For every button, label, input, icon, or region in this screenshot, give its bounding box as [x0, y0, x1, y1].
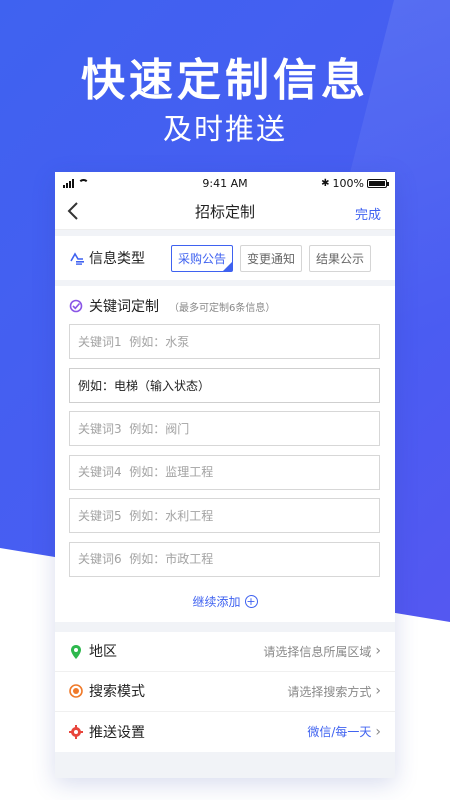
wifi-icon [78, 179, 89, 187]
keyword-section: 关键词定制 （最多可定制6条信息） 继续添加 + [55, 286, 395, 622]
region-label: 地区 [89, 644, 117, 660]
option-result-notice[interactable]: 结果公示 [309, 244, 372, 272]
info-type-icon [69, 251, 84, 265]
chevron-right-icon: › [375, 723, 381, 740]
push-settings-row[interactable]: 推送设置 微信/每一天 › [55, 712, 395, 752]
region-value: 请选择信息所属区域 [263, 644, 372, 659]
plus-circle-icon: + [244, 594, 258, 608]
keyword-input-6[interactable] [69, 541, 380, 577]
bluetooth-icon: ✱ [321, 177, 330, 189]
option-change-notice[interactable]: 变更通知 [240, 244, 303, 272]
keyword-icon [69, 299, 83, 313]
chevron-right-icon: › [375, 683, 381, 699]
hero-subtitle: 及时推送 [162, 112, 287, 146]
push-settings-value: 微信/每一天 [307, 725, 372, 739]
target-icon [69, 684, 83, 698]
keyword-input-5[interactable] [69, 498, 380, 533]
battery-icon [367, 178, 389, 188]
option-purchase-notice[interactable]: 采购公告 [171, 244, 234, 272]
battery-percent: 100% [332, 176, 364, 190]
phone-mockup: 9:41 AM ✱ 100% 招标定制 完成 信息类型 采购公告 变更通知 结果… [55, 172, 395, 778]
search-mode-label: 搜索模式 [89, 684, 145, 700]
keyword-input-2[interactable] [69, 367, 380, 403]
status-time: 9:41 AM [202, 176, 248, 190]
nav-bar: 招标定制 完成 [55, 194, 395, 230]
keyword-input-3[interactable] [69, 411, 380, 446]
status-bar: 9:41 AM ✱ 100% [55, 172, 395, 194]
page-title: 招标定制 [194, 203, 255, 221]
add-more-label: 继续添加 [192, 594, 241, 609]
gear-icon [69, 724, 83, 739]
add-more-button[interactable]: 继续添加 + [69, 593, 381, 610]
keyword-input-1[interactable] [69, 324, 380, 359]
keyword-label: 关键词定制 [89, 299, 159, 315]
chevron-right-icon: › [375, 643, 381, 659]
keyword-input-4[interactable] [69, 454, 380, 490]
hero-title: 快速定制信息 [81, 55, 369, 106]
chevron-left-icon[interactable] [67, 202, 87, 225]
done-button[interactable]: 完成 [355, 204, 381, 223]
signal-icon [63, 178, 74, 188]
region-row[interactable]: 地区 请选择信息所属区域 › [55, 632, 395, 672]
info-type-label: 信息类型 [89, 251, 145, 267]
search-mode-value: 请选择搜索方式 [287, 684, 372, 699]
search-mode-row[interactable]: 搜索模式 请选择搜索方式 › [55, 672, 395, 712]
push-settings-label: 推送设置 [89, 724, 145, 741]
location-pin-icon [69, 644, 83, 659]
settings-list: 地区 请选择信息所属区域 › 搜索模式 请选择搜索方式 › 推送设置 微信/每一… [55, 631, 395, 752]
info-type-row: 信息类型 采购公告 变更通知 结果公示 [55, 236, 395, 280]
keyword-hint: （最多可定制6条信息） [169, 302, 276, 314]
